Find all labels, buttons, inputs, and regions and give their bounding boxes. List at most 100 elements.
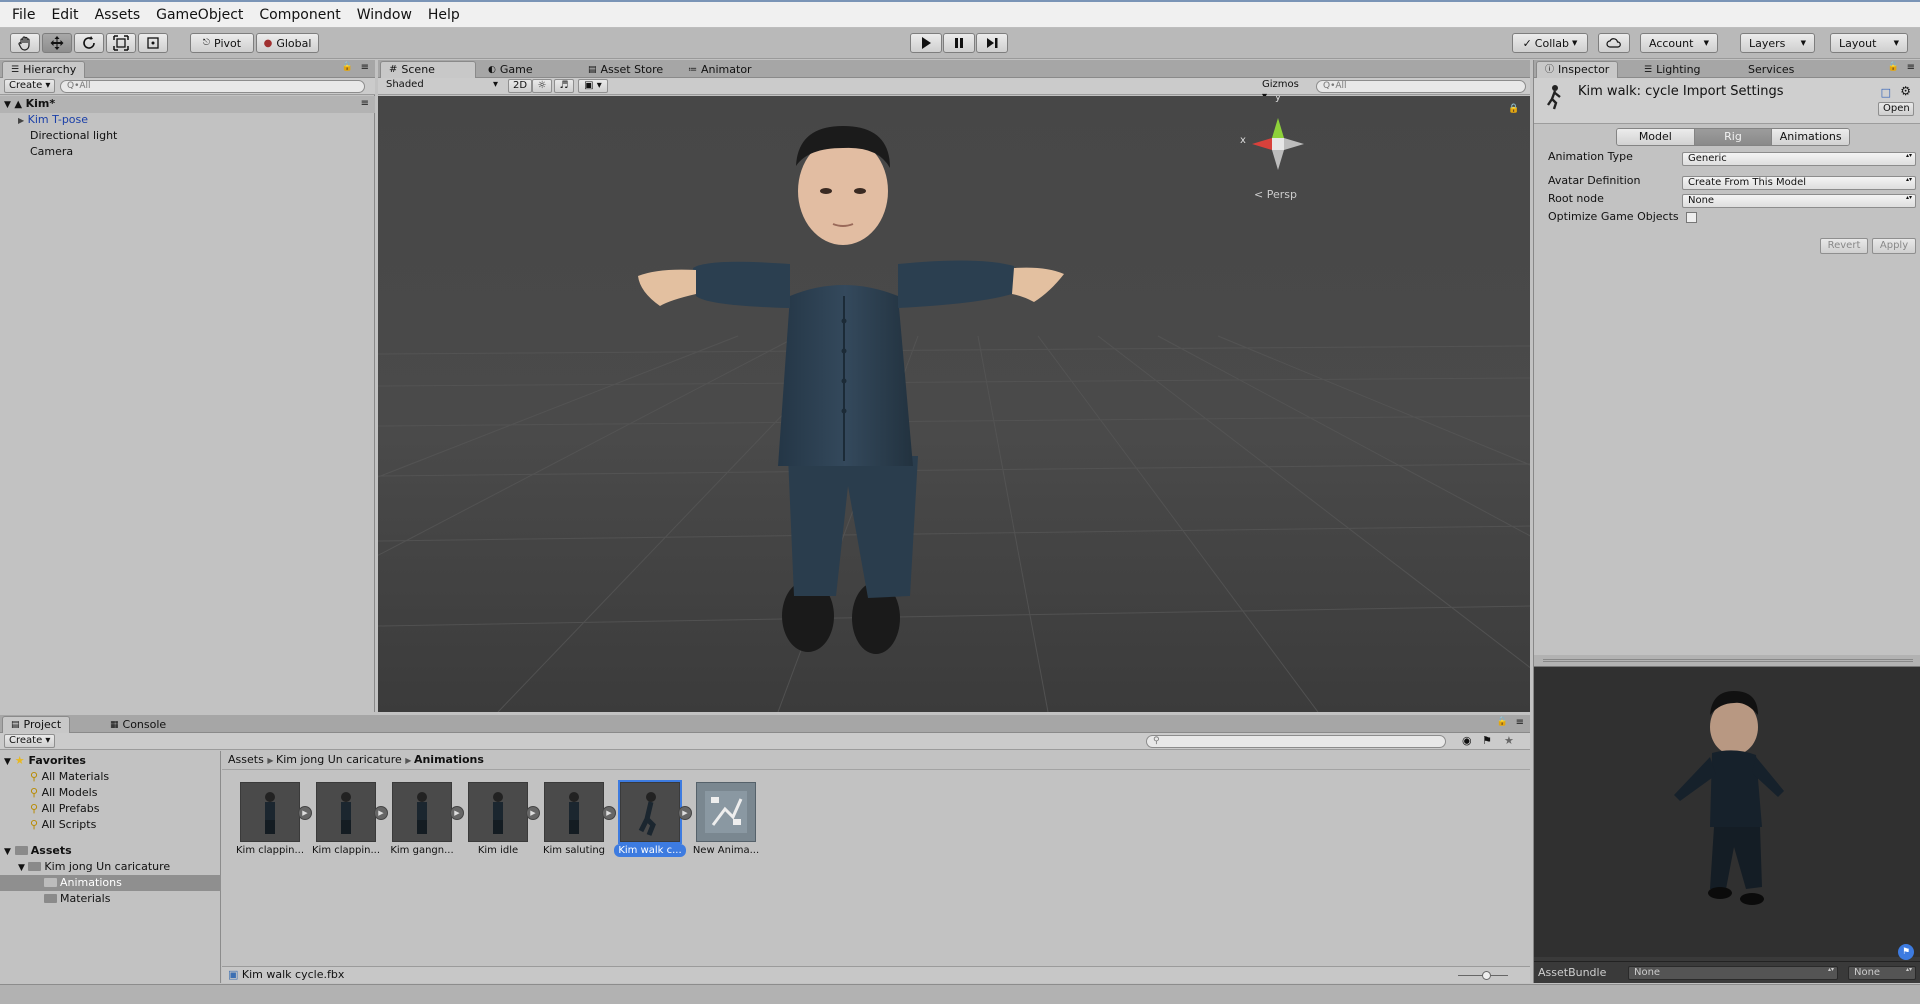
asset-kim-saluting[interactable]: ▶ Kim saluting	[538, 782, 616, 857]
animation-type-dropdown[interactable]: Generic	[1682, 152, 1916, 166]
hierarchy-item-camera[interactable]: Camera	[0, 144, 73, 160]
open-button[interactable]: Open	[1878, 102, 1914, 116]
shading-mode-dropdown[interactable]: Shaded ▾	[382, 79, 500, 93]
scale-tool-button[interactable]	[106, 33, 136, 53]
layers-dropdown[interactable]: Layers ▼	[1740, 33, 1815, 53]
panel-menu-icon[interactable]: ≡	[1516, 717, 1524, 728]
play-button[interactable]	[910, 33, 942, 53]
tab-animator[interactable]: ≔ Animator	[680, 61, 760, 78]
expand-arrow-icon[interactable]: ▶	[18, 116, 24, 125]
account-dropdown[interactable]: Account ▼	[1640, 33, 1718, 53]
audio-toggle-button[interactable]: ♬	[554, 79, 574, 93]
gizmos-dropdown[interactable]: Gizmos ▾	[1258, 79, 1308, 102]
tag-icon[interactable]: ⚑	[1898, 944, 1914, 960]
tab-services[interactable]: Services	[1728, 61, 1802, 78]
rotate-tool-button[interactable]	[74, 33, 104, 53]
asset-kim-gangnam[interactable]: ▶ Kim gangn...	[386, 782, 464, 857]
assetbundle-dropdown[interactable]: None	[1628, 966, 1838, 980]
speaker-icon: ♬	[559, 80, 569, 91]
folder-animations[interactable]: Animations	[0, 875, 221, 891]
folder-kim-jong-un-caricature[interactable]: ▼ Kim jong Un caricature	[0, 859, 170, 876]
cloud-button[interactable]	[1598, 33, 1630, 53]
breadcrumb-kim-jong-un-caricature[interactable]: Kim jong Un caricature	[276, 753, 402, 766]
hierarchy-item-directional-light[interactable]: Directional light	[0, 128, 117, 144]
animation-preview-render[interactable]	[1534, 667, 1920, 957]
slider-handle[interactable]	[1482, 971, 1491, 980]
help-book-icon[interactable]: □	[1881, 86, 1891, 99]
2d-toggle-button[interactable]: 2D	[508, 79, 533, 93]
tab-asset-store[interactable]: ▤ Asset Store	[580, 61, 671, 78]
tab-inspector[interactable]: ⓘ Inspector	[1536, 61, 1619, 78]
breadcrumb-assets[interactable]: Assets	[228, 753, 264, 766]
pause-button[interactable]	[943, 33, 975, 53]
favorite-star-icon[interactable]: ★	[1504, 734, 1514, 747]
lock-icon[interactable]: 🔒	[1508, 104, 1519, 114]
subtab-model[interactable]: Model	[1617, 129, 1694, 145]
asset-kim-idle[interactable]: ▶ Kim idle	[462, 782, 540, 857]
global-toggle-button[interactable]: ● Global	[256, 33, 319, 53]
collab-dropdown[interactable]: ✓ Collab ▼	[1512, 33, 1588, 53]
favorite-all-materials[interactable]: ⚲ All Materials	[0, 769, 109, 785]
subtab-animations[interactable]: Animations	[1772, 129, 1849, 145]
pivot-toggle-button[interactable]: ⎋ Pivot	[190, 33, 254, 53]
menu-window[interactable]: Window	[349, 3, 420, 27]
filter-by-type-icon[interactable]: ◉	[1462, 734, 1472, 747]
avatar-definition-dropdown[interactable]: Create From This Model	[1682, 176, 1916, 190]
favorites-row[interactable]: ▼ ★ Favorites	[0, 753, 86, 770]
lighting-toggle-button[interactable]: ☼	[532, 79, 552, 93]
asset-kim-clapping-2[interactable]: ▶ Kim clappin...	[310, 782, 388, 857]
tab-project[interactable]: ▤ Project	[2, 716, 71, 733]
favorite-all-scripts[interactable]: ⚲ All Scripts	[0, 817, 96, 833]
tab-scene[interactable]: # Scene	[380, 61, 476, 78]
breadcrumb-animations[interactable]: Animations	[414, 753, 484, 766]
projection-label[interactable]: < Persp	[1254, 188, 1297, 201]
expand-arrow-icon[interactable]: ▼	[4, 100, 11, 110]
menu-edit[interactable]: Edit	[43, 3, 86, 27]
menu-component[interactable]: Component	[251, 3, 348, 27]
assets-root-row[interactable]: ▼ Assets	[0, 843, 72, 860]
gear-icon[interactable]: ⚙	[1900, 84, 1911, 98]
apply-button[interactable]: Apply	[1872, 238, 1916, 254]
asset-kim-clapping-1[interactable]: ▶ Kim clappin...	[234, 782, 312, 857]
optimize-game-objects-checkbox[interactable]	[1686, 212, 1697, 223]
scene-row[interactable]: ▼ ▲ Kim* ≡	[0, 96, 375, 113]
layout-dropdown[interactable]: Layout ▼	[1830, 33, 1908, 53]
lock-icon[interactable]: 🔒	[1497, 717, 1508, 727]
scene-viewport[interactable]: y x 🔒 < Persp	[378, 96, 1530, 712]
tab-game[interactable]: ◐ Game	[480, 61, 541, 78]
rect-tool-button[interactable]	[138, 33, 168, 53]
hierarchy-search-input[interactable]: Q•All	[60, 80, 365, 93]
filter-by-label-icon[interactable]: ⚑	[1482, 734, 1492, 747]
step-button[interactable]	[976, 33, 1008, 53]
menu-assets[interactable]: Assets	[87, 3, 149, 27]
assetbundle-variant-dropdown[interactable]: None	[1848, 966, 1916, 980]
favorite-all-prefabs[interactable]: ⚲ All Prefabs	[0, 801, 100, 817]
preview-drag-bar[interactable]	[1534, 655, 1920, 667]
favorite-all-models[interactable]: ⚲ All Models	[0, 785, 97, 801]
effects-dropdown[interactable]: ▣ ▾	[578, 79, 608, 93]
menu-gameobject[interactable]: GameObject	[148, 3, 251, 27]
menu-file[interactable]: File	[4, 3, 43, 27]
lock-icon[interactable]: 🔒	[342, 62, 353, 72]
panel-menu-icon[interactable]: ≡	[1907, 62, 1915, 73]
subtab-rig[interactable]: Rig	[1693, 129, 1773, 145]
move-tool-button[interactable]	[42, 33, 72, 53]
hierarchy-item-kim-tpose[interactable]: ▶ Kim T-pose	[0, 112, 88, 129]
root-node-dropdown[interactable]: None	[1682, 194, 1916, 208]
revert-button[interactable]: Revert	[1820, 238, 1868, 254]
panel-menu-icon[interactable]: ≡	[361, 62, 369, 73]
folder-materials[interactable]: Materials	[0, 891, 110, 907]
project-search-input[interactable]: ⚲	[1146, 735, 1446, 748]
asset-kim-walk-cycle[interactable]: ▶ Kim walk c...	[614, 780, 692, 857]
tab-hierarchy[interactable]: ☰ Hierarchy	[2, 61, 86, 78]
tab-lighting[interactable]: ☰ Lighting	[1636, 61, 1709, 78]
tab-console[interactable]: ▦ Console	[102, 716, 174, 733]
lock-icon[interactable]: 🔒	[1888, 62, 1899, 72]
scene-menu-icon[interactable]: ≡	[361, 96, 369, 112]
hand-tool-button[interactable]	[10, 33, 40, 53]
hierarchy-create-button[interactable]: Create ▾	[4, 79, 56, 93]
asset-new-animator-controller[interactable]: New Anima...	[690, 782, 762, 857]
project-create-button[interactable]: Create ▾	[4, 734, 56, 748]
scene-search-input[interactable]: Q•All	[1316, 80, 1526, 93]
menu-help[interactable]: Help	[420, 3, 468, 27]
